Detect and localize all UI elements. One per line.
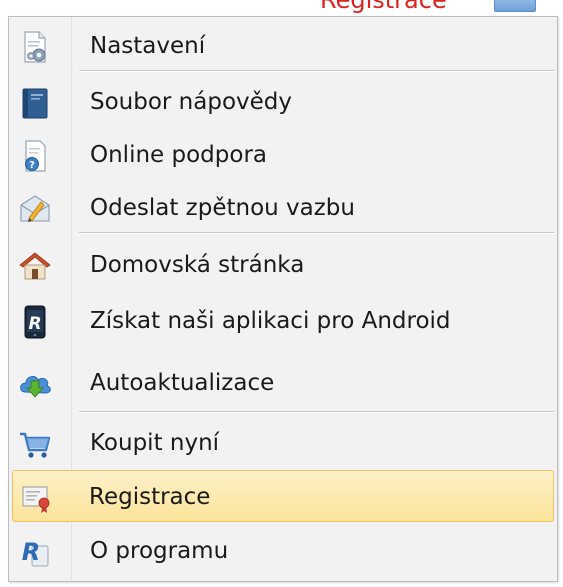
svg-text:?: ?	[29, 160, 35, 171]
menu-item-send-feedback[interactable]: Odeslat zpětnou vazbu	[11, 182, 555, 234]
menu-separator	[79, 232, 554, 234]
menu-item-android-app[interactable]: R Získat naši aplikaci pro Android	[11, 295, 555, 347]
help-book-icon	[17, 85, 53, 121]
menu-item-label: Domovská stránka	[90, 252, 305, 278]
menu-item-label: Koupit nyní	[90, 430, 220, 456]
home-icon	[17, 248, 53, 284]
certificate-icon	[19, 480, 55, 516]
registration-link[interactable]: Registrace	[320, 0, 447, 14]
menu-item-about[interactable]: R O programu	[11, 525, 555, 577]
svg-text:R: R	[28, 314, 41, 334]
menu-item-help-file[interactable]: Soubor nápovědy	[11, 76, 555, 128]
settings-document-icon	[17, 29, 53, 65]
context-menu: Nastavení Soubor nápovědy ? Online podpo…	[8, 16, 558, 582]
menu-item-registration[interactable]: Registrace	[12, 470, 554, 522]
shopping-cart-icon	[17, 426, 53, 462]
menu-item-label: Odeslat zpětnou vazbu	[90, 195, 355, 221]
page: Registrace Nastavení Soubor nápovědy ? O…	[0, 0, 563, 587]
menu-item-buy-now[interactable]: Koupit nyní	[11, 417, 555, 469]
svg-text:R: R	[22, 538, 40, 566]
online-support-icon: ?	[17, 138, 53, 174]
menu-separator	[79, 70, 554, 72]
menu-item-label: Soubor nápovědy	[90, 89, 293, 115]
menu-item-label: O programu	[90, 538, 229, 564]
menu-separator	[79, 411, 554, 413]
android-app-icon: R	[17, 304, 53, 340]
menu-item-online-support[interactable]: ? Online podpora	[11, 129, 555, 181]
menu-item-label: Získat naši aplikaci pro Android	[90, 308, 451, 334]
menu-item-label: Nastavení	[90, 33, 206, 59]
about-app-icon: R	[17, 534, 53, 570]
menu-item-settings[interactable]: Nastavení	[11, 20, 555, 72]
menu-item-auto-update[interactable]: Autoaktualizace	[11, 357, 555, 409]
menu-item-label: Online podpora	[90, 142, 267, 168]
menu-item-label: Registrace	[89, 484, 211, 510]
cloud-download-icon	[17, 366, 53, 402]
toolbar-button[interactable]	[494, 0, 536, 12]
menu-item-label: Autoaktualizace	[90, 370, 275, 396]
feedback-envelope-icon	[17, 191, 53, 227]
menu-item-home-page[interactable]: Domovská stránka	[11, 239, 555, 291]
